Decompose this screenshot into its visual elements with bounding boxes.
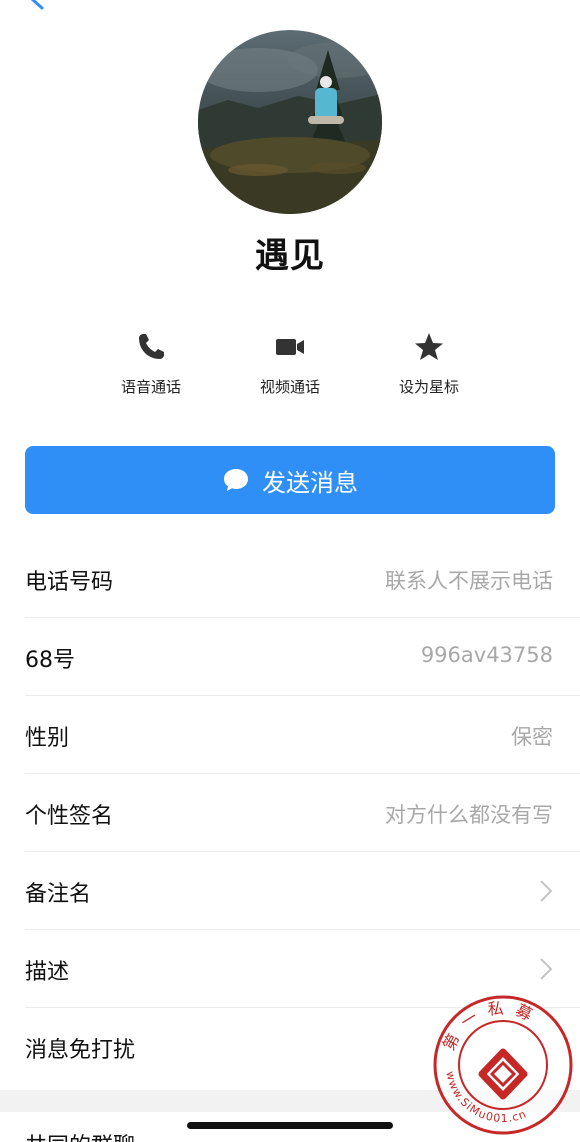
row-description-key: 描述	[25, 960, 70, 985]
phone-icon	[139, 334, 164, 359]
star-icon	[415, 333, 443, 360]
row-gender: 性别 保密	[25, 696, 580, 774]
video-call-button[interactable]: 视频通话	[230, 330, 350, 397]
back-chevron-icon[interactable]	[24, 0, 50, 12]
profile-name: 遇见	[255, 236, 325, 276]
chevron-right-icon	[540, 880, 553, 902]
row-id-key: 68号	[25, 648, 75, 673]
send-message-label: 发送消息	[262, 468, 358, 497]
row-gender-value: 保密	[511, 725, 553, 749]
row-mute-key: 消息免打扰	[25, 1038, 136, 1063]
star-label: 设为星标	[398, 378, 459, 396]
chat-bubble-icon	[224, 469, 248, 491]
row-phone-key: 电话号码	[25, 570, 114, 595]
voice-call-button[interactable]: 语音通话	[91, 330, 211, 397]
star-button[interactable]: 设为星标	[369, 330, 489, 397]
voice-call-label: 语音通话	[120, 378, 181, 396]
row-remark-key: 备注名	[25, 882, 92, 907]
common-groups-label[interactable]: 共同的群聊	[25, 1128, 135, 1142]
video-call-label: 视频通话	[259, 378, 320, 396]
row-signature-key: 个性签名	[25, 804, 114, 829]
watermark-seal: 第一私募 www.SiMu001.cn	[433, 995, 573, 1135]
send-message-button[interactable]: 发送消息	[25, 446, 555, 514]
row-signature-value: 对方什么都没有写	[385, 803, 553, 827]
avatar[interactable]	[198, 30, 382, 214]
home-indicator	[187, 1122, 393, 1129]
video-camera-icon	[276, 339, 304, 355]
row-signature: 个性签名 对方什么都没有写	[25, 774, 580, 852]
chevron-right-icon	[540, 958, 553, 980]
row-id: 68号 996av43758	[25, 618, 580, 696]
row-phone: 电话号码 联系人不展示电话	[25, 540, 580, 618]
row-phone-value: 联系人不展示电话	[385, 569, 553, 593]
row-id-value: 996av43758	[420, 643, 553, 667]
quick-actions: 语音通话 视频通话 设为星标	[0, 330, 580, 410]
row-remark[interactable]: 备注名	[25, 852, 580, 930]
row-gender-key: 性别	[25, 726, 70, 751]
